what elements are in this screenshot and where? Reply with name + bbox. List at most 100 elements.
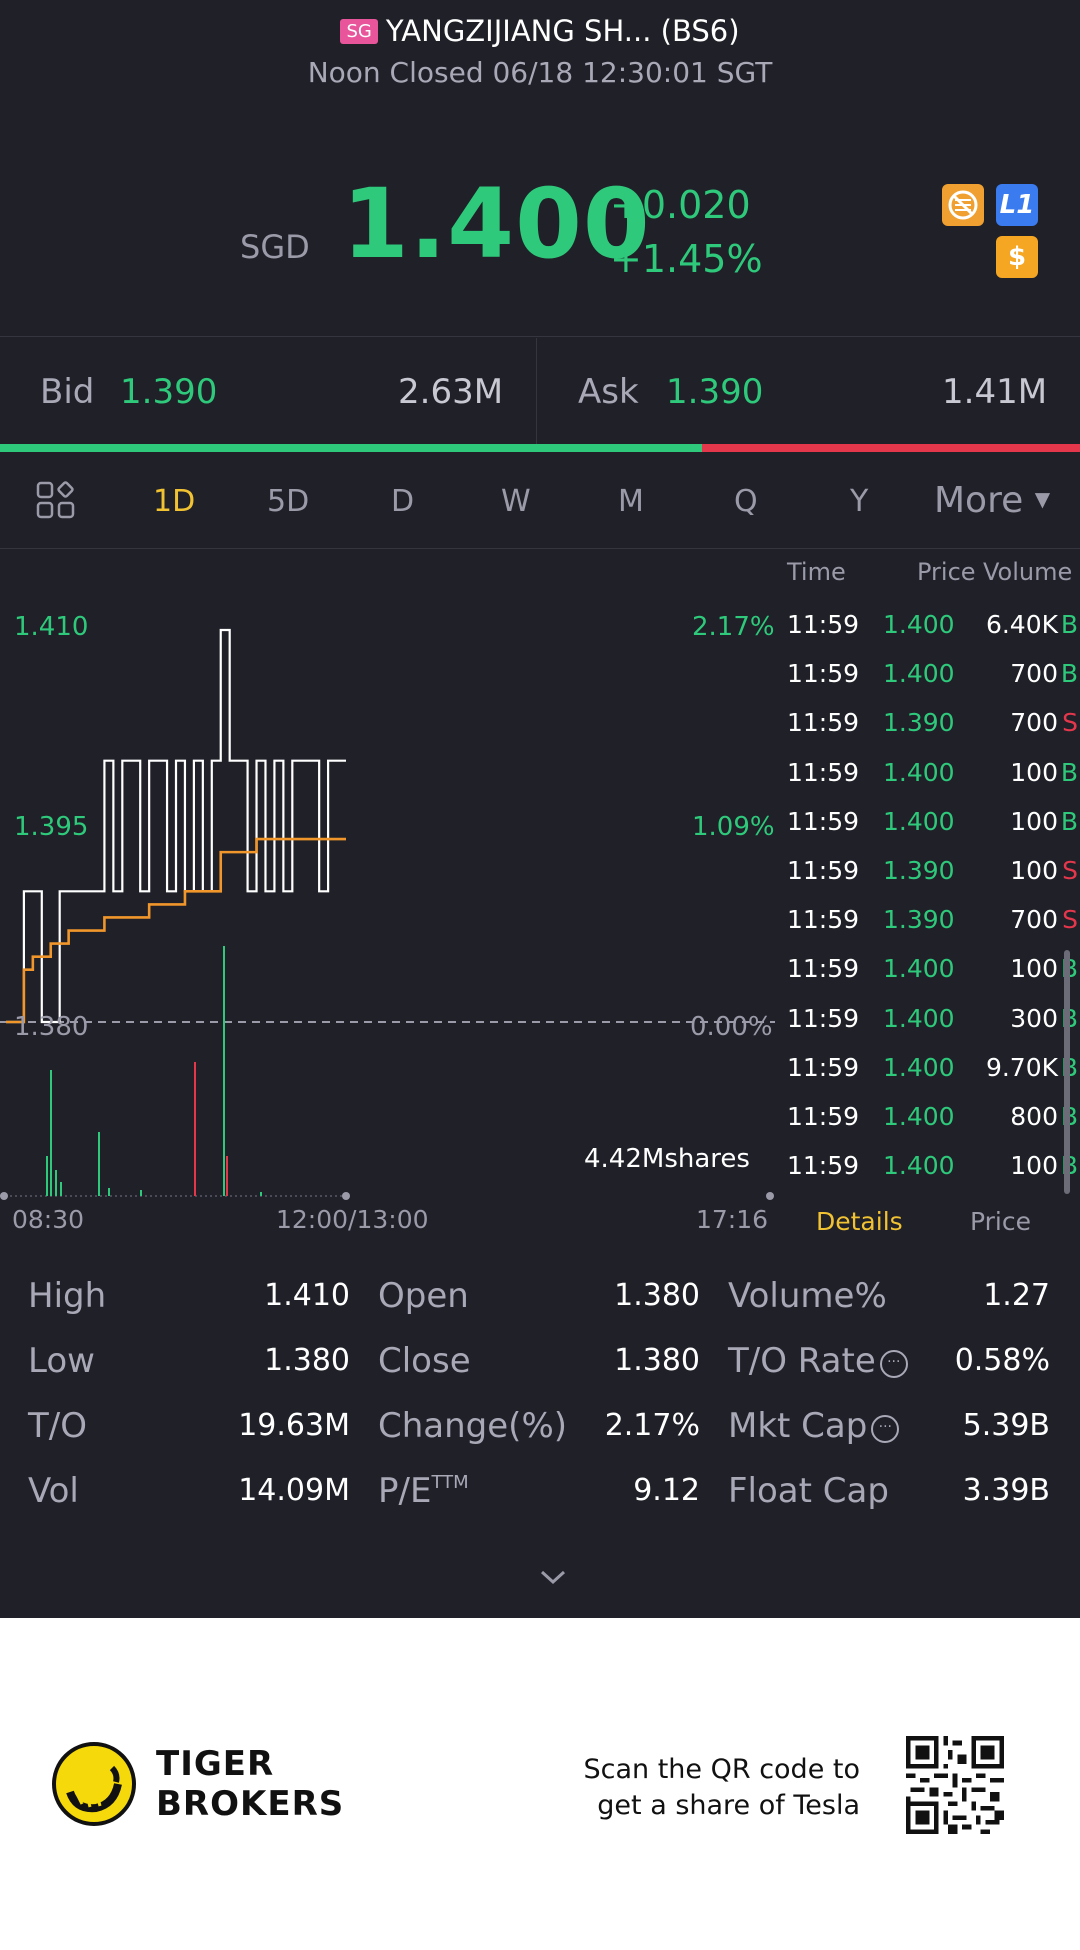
tiger-logo-icon [52,1742,136,1826]
volume-bar [50,1070,52,1196]
trade-time: 11:59 [787,954,860,984]
promo-text: Scan the QR code to get a share of Tesla [560,1752,860,1824]
brand-name: TIGER BROKERS [156,1744,344,1824]
trade-time: 11:59 [787,659,860,689]
scrollbar[interactable] [1064,950,1070,1194]
intraday-chart[interactable]: 1.410 1.395 1.380 2.17% 1.09% 0.00% 4.42… [0,550,775,1200]
tab-w[interactable]: W [501,484,531,519]
trade-time: 11:59 [787,856,860,885]
tab-y[interactable]: Y [850,484,868,519]
more-info-icon[interactable]: ··· [871,1415,900,1443]
volume-bar [55,1170,57,1196]
volume-bar [108,1188,110,1196]
trade-row: 11:591.400100B [775,1151,1080,1200]
trade-side: S [1062,856,1078,885]
trade-volume: 800 [1010,1102,1058,1131]
more-info-icon[interactable]: ··· [879,1350,908,1378]
ask-label: Ask [578,372,639,412]
promo-footer: TIGER BROKERS Scan the QR code to get a … [0,1618,1080,1950]
no-trading-icon[interactable] [942,184,984,226]
tab-d[interactable]: D [391,484,414,519]
tab-m[interactable]: M [618,484,644,519]
tab-more[interactable]: More ▼ [934,480,1050,521]
tab-q[interactable]: Q [734,484,758,519]
market-status: Noon Closed 06/18 12:30:01 SGT [307,56,773,89]
trade-price: 1.400 [883,806,955,836]
tab-1d[interactable]: 1D [153,484,195,519]
change-percent: +1.45% [610,237,763,281]
brand-line: TIGER [156,1744,275,1784]
y-tick-label: 1.395 [14,812,89,842]
trade-volume: 100 [1010,1151,1058,1181]
stat-label-with-info[interactable]: T/O Rate ··· [728,1341,908,1381]
qr-code[interactable] [906,1736,1004,1834]
trade-side: B [1060,806,1078,836]
trade-volume: 700 [1010,659,1058,689]
trade-volume: 300 [1010,1003,1058,1033]
stat-value: 3.39B [962,1473,1050,1508]
trade-time: 11:59 [787,708,860,738]
stat-value: 19.63M [238,1408,350,1443]
tab-price[interactable]: Price [970,1207,1031,1236]
trade-side: B [1060,757,1078,787]
x-tick-label: 12:00/13:00 [276,1205,429,1234]
stat-value: 0.58% [954,1343,1050,1378]
volume-bar [260,1192,262,1196]
stat-label: High [28,1276,107,1316]
trade-price: 1.400 [883,757,955,787]
dollar-icon[interactable]: $ [996,236,1038,278]
tab-5d[interactable]: 5D [267,484,309,519]
bid-ask-panel[interactable]: Bid 1.390 2.63M Ask 1.390 1.41M [0,338,1080,444]
trade-volume: 100 [1010,856,1058,885]
stat-label-with-info[interactable]: Mkt Cap ··· [728,1406,900,1446]
level1-icon[interactable]: L1 [996,184,1038,226]
trade-price: 1.400 [883,1102,955,1131]
trade-row: 11:59 1.390 100 S [775,856,1080,905]
trade-volume: 700 [1010,905,1058,935]
trade-time: 11:59 [787,610,860,639]
volume-total-label: 4.42Mshares [584,1144,750,1174]
trade-row: 11:59 1.390 700 S [775,905,1080,954]
session-marker [342,1192,350,1200]
stat-value: 1.380 [614,1278,700,1313]
trade-price: 1.400 [883,1052,955,1082]
volume-bar [226,1156,228,1196]
trade-time: 11:59 [787,1003,860,1033]
stock-title[interactable]: SG YANGZIJIANG SH... (BS6) [0,14,1080,48]
trade-time: 11:59 [787,1151,860,1181]
stat-label: Close [378,1341,471,1381]
brand-line: BROKERS [156,1784,345,1824]
y-tick-label: 1.410 [14,612,89,642]
trade-volume: 100 [1010,806,1058,836]
bid-label: Bid [40,372,95,412]
stat-label: Volume% [728,1276,887,1316]
trade-price: 1.400 [883,954,955,984]
pct-tick-label: 0.00% [690,1012,773,1042]
trade-price: 1.400 [883,659,955,689]
trade-row: 11:591.400100B [775,807,1080,856]
layout-grid-icon[interactable] [36,480,76,520]
session-marker [766,1192,774,1200]
chevron-down-icon[interactable] [536,1560,570,1594]
volume-header: Volume [983,558,1073,586]
chart-canvas [0,628,775,1200]
volume-bar [223,946,225,1196]
trade-time: 11:59 [787,905,860,935]
stat-value: 1.380 [264,1343,350,1378]
stat-value: 9.12 [633,1473,700,1508]
volume-bar [98,1132,100,1196]
trade-row: 11:591.400100B [775,758,1080,807]
ask-price: 1.390 [666,372,764,412]
trade-row: 11:59 1.390 700 S [775,708,1080,757]
divider [0,548,1080,549]
trade-row: 11:591.400100B [775,954,1080,1003]
trade-row: 11:59 1.400 700 B [775,659,1080,708]
trade-volume: 6.40K [985,610,1058,639]
stat-label: T/O [28,1406,87,1446]
trade-price: 1.400 [883,610,955,639]
trade-row: 11:591.400300B [775,1004,1080,1053]
tab-details[interactable]: Details [816,1207,903,1236]
pct-tick-label: 2.17% [692,612,775,642]
stat-label: Change(%) [378,1406,568,1446]
stat-value: 1.410 [264,1278,350,1313]
